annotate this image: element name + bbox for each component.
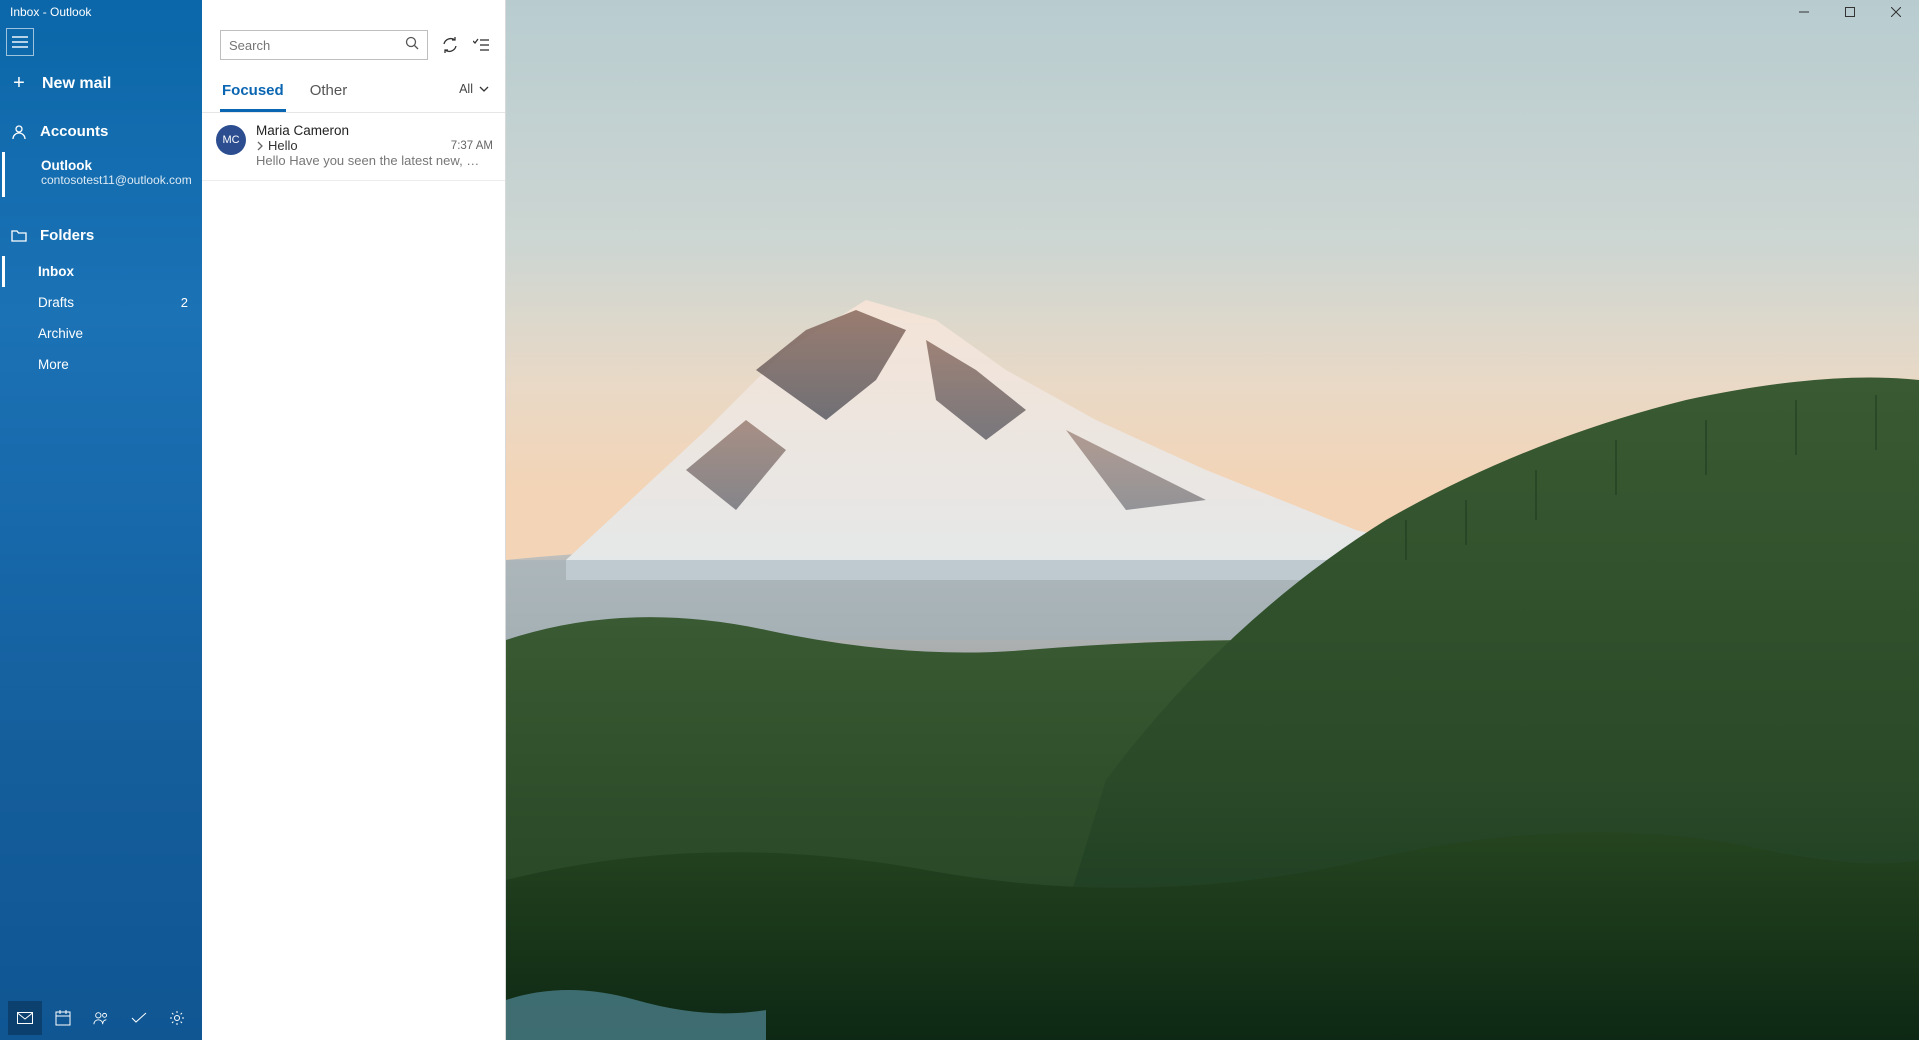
person-icon <box>10 124 28 140</box>
background-image <box>506 0 1919 1040</box>
folder-label: Drafts <box>38 295 74 310</box>
folder-more[interactable]: More <box>2 349 202 380</box>
folders-header[interactable]: Folders <box>0 215 202 256</box>
sidebar-bottom-bar <box>0 996 202 1040</box>
search-row <box>202 0 505 66</box>
plus-icon: + <box>10 72 28 95</box>
minimize-button[interactable] <box>1781 0 1827 24</box>
email-time: 7:37 AM <box>451 140 493 152</box>
todo-app-icon[interactable] <box>122 1001 156 1035</box>
folder-icon <box>10 229 28 243</box>
email-item[interactable]: MC Maria Cameron Hello 7:37 AM Hello Hav… <box>202 113 505 181</box>
hamburger-button[interactable] <box>6 28 34 56</box>
sidebar: + New mail Accounts Outlook contosotest1… <box>0 0 202 1040</box>
account-name: Outlook <box>41 158 192 173</box>
search-input[interactable] <box>229 38 405 53</box>
email-subject: Hello <box>256 138 298 153</box>
close-button[interactable] <box>1873 0 1919 24</box>
calendar-app-icon[interactable] <box>46 1001 80 1035</box>
folders-label: Folders <box>40 227 94 244</box>
account-item[interactable]: Outlook contosotest11@outlook.com <box>2 152 202 197</box>
accounts-header[interactable]: Accounts <box>0 111 202 152</box>
chevron-right-icon <box>256 141 264 151</box>
filter-label: All <box>459 82 473 96</box>
folder-label: Inbox <box>38 264 74 279</box>
new-mail-label: New mail <box>42 75 111 93</box>
folder-inbox[interactable]: Inbox <box>2 256 202 287</box>
accounts-label: Accounts <box>40 123 108 140</box>
folder-drafts[interactable]: Drafts 2 <box>2 287 202 318</box>
avatar: MC <box>216 125 246 155</box>
window-controls <box>1781 0 1919 24</box>
folder-archive[interactable]: Archive <box>2 318 202 349</box>
tab-other[interactable]: Other <box>308 76 350 112</box>
search-icon[interactable] <box>405 36 419 55</box>
reading-pane <box>506 0 1919 1040</box>
filter-dropdown[interactable]: All <box>459 82 489 106</box>
select-mode-button[interactable] <box>472 35 492 55</box>
folder-list: Inbox Drafts 2 Archive More <box>2 256 202 380</box>
people-app-icon[interactable] <box>84 1001 118 1035</box>
folder-count: 2 <box>181 295 188 310</box>
sync-button[interactable] <box>440 35 460 55</box>
new-mail-button[interactable]: + New mail <box>0 56 202 111</box>
chevron-down-icon <box>479 86 489 92</box>
settings-icon[interactable] <box>160 1001 194 1035</box>
folder-label: More <box>38 357 69 372</box>
folder-label: Archive <box>38 326 83 341</box>
email-from: Maria Cameron <box>256 123 493 138</box>
message-list-pane: Focused Other All MC Maria Cameron Hello… <box>202 0 506 1040</box>
inbox-tabs: Focused Other All <box>202 66 505 113</box>
tab-focused[interactable]: Focused <box>220 76 286 112</box>
email-preview: Hello Have you seen the latest new, … <box>256 153 493 168</box>
search-box[interactable] <box>220 30 428 60</box>
mail-app-icon[interactable] <box>8 1001 42 1035</box>
maximize-button[interactable] <box>1827 0 1873 24</box>
email-body: Maria Cameron Hello 7:37 AM Hello Have y… <box>256 123 493 168</box>
account-email: contosotest11@outlook.com <box>41 173 192 187</box>
